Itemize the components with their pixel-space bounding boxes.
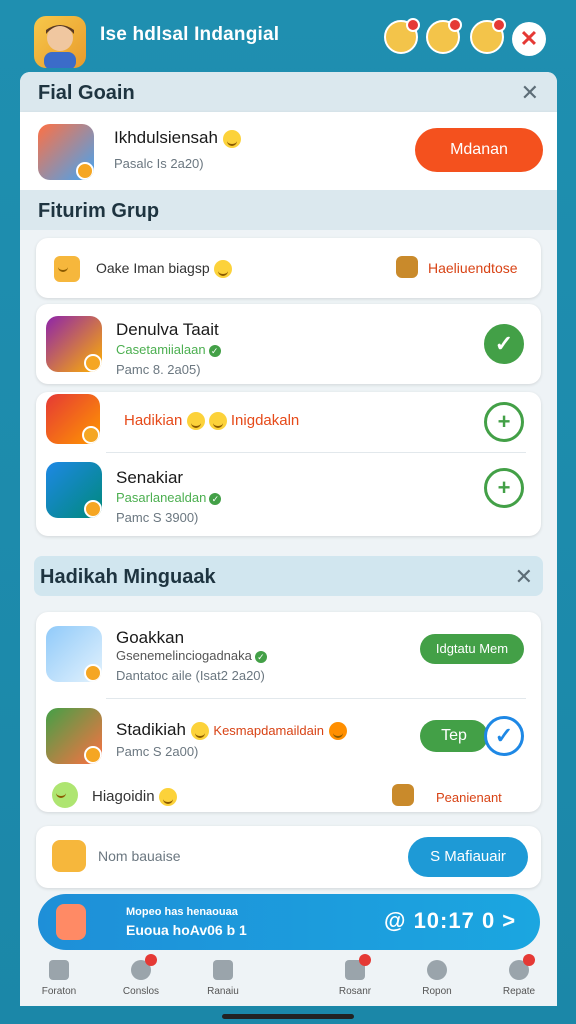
character-icon <box>56 904 86 940</box>
verified-icon: ✓ <box>254 650 267 663</box>
verified-icon: ✓ <box>209 492 222 505</box>
cookie-icon <box>52 840 86 872</box>
smile-icon <box>222 129 241 148</box>
input-row: Nom bauaise S Mafiauair <box>36 826 541 888</box>
banner-link[interactable]: Peanienant <box>436 790 502 805</box>
section-header: Fial Goain ✕ <box>20 72 557 112</box>
item-sub: Casetamiialaan <box>116 342 206 357</box>
item-name: Stadikiah <box>116 720 186 739</box>
add-button[interactable]: + <box>484 402 524 442</box>
item-name: Goakkan <box>116 628 185 647</box>
nav-report[interactable]: Repate <box>484 954 554 997</box>
calendar-icon <box>213 960 233 980</box>
nav-home[interactable]: Foraton <box>24 960 94 997</box>
user-card: Ikhdulsiensah Pasalc Is 2a20) Mdanan <box>20 112 557 190</box>
message-icon <box>345 954 371 980</box>
smile-icon <box>328 721 347 740</box>
section-title: Fiturim Grup <box>38 200 160 222</box>
divider <box>106 698 526 699</box>
list-group: Hadikian Inigdakaln + Senakiar Pasarlane… <box>36 392 541 536</box>
item-meta: Dantatoc aile (Isat2 2a20) <box>116 668 265 683</box>
nav-ranking[interactable]: Ranaiu <box>188 960 258 997</box>
item-meta: Pamc S 2a00) <box>116 744 199 759</box>
section-title: Hadikah Minguaak <box>40 566 216 588</box>
avatar <box>46 394 100 444</box>
user-icon <box>427 960 447 980</box>
confirm-button[interactable]: ✓ <box>484 716 524 756</box>
avatar <box>46 462 102 518</box>
list-group: Goakkan Gsenemelinciogadnaka ✓ Dantatoc a… <box>36 612 541 812</box>
promo-line2: Euoua hoAv06 b 1 <box>126 922 247 938</box>
refresh-icon <box>131 954 157 980</box>
home-indicator <box>222 1014 354 1019</box>
list-item[interactable]: Denulva Taait Casetamiialaan ✓ Pamc 8. 2a… <box>36 304 541 384</box>
app-title: Ise hdlsal Indangial <box>100 24 280 45</box>
item-name: Senakiar <box>116 468 184 487</box>
user-icon <box>509 954 535 980</box>
promo-timer: @ 10:17 0 > <box>384 908 517 933</box>
item-meta: Pamc 8. 2a05) <box>116 362 201 377</box>
cookie-icon <box>392 784 414 806</box>
message-input[interactable]: Nom bauaise <box>98 848 181 864</box>
promo-line1: Mopeo has henaouaa <box>126 906 238 918</box>
add-button[interactable]: + <box>484 468 524 508</box>
smile-icon <box>52 782 78 808</box>
nav-messages[interactable]: Rosanr <box>320 954 390 997</box>
join-button[interactable]: Idgtatu Mem <box>420 634 524 664</box>
item-name: Denulva Taait <box>116 320 219 339</box>
banner-link[interactable]: Haeliuendtose <box>428 260 518 276</box>
top-bar: Ise hdlsal Indangial ✕ <box>0 0 576 76</box>
smile-icon <box>158 788 177 807</box>
primary-action-button[interactable]: Mdanan <box>415 128 543 172</box>
smile-icon <box>213 260 232 279</box>
nav-contacts[interactable]: Conslos <box>106 954 176 997</box>
app-avatar[interactable] <box>34 16 86 68</box>
smile-icon <box>190 721 209 740</box>
item-meta: Pamc S 3900) <box>116 510 199 525</box>
friend-avatar-icon[interactable] <box>470 18 506 54</box>
user-name: Ikhdulsiensah <box>114 128 218 147</box>
main-sheet: Fial Goain ✕ Ikhdulsiensah Pasalc Is 2a2… <box>20 72 557 1006</box>
section-header: Fiturim Grup <box>20 190 557 230</box>
avatar <box>46 626 102 682</box>
send-button[interactable]: S Mafiauair <box>408 837 528 877</box>
item-sub: Gsenemelinciogadnaka <box>116 648 252 663</box>
banner-text: Hiagoidin <box>92 788 155 805</box>
item-tag: Inigdakaln <box>230 412 300 429</box>
avatar <box>38 124 94 180</box>
close-icon[interactable]: ✕ <box>515 564 533 590</box>
banner-row[interactable]: Oake Iman biagsp Haeliuendtose <box>36 238 541 298</box>
verified-icon: ✓ <box>208 344 221 357</box>
banner-text: Oake Iman biagsp <box>96 260 210 276</box>
tap-button[interactable]: Tep <box>420 720 488 752</box>
item-name: Hadikian <box>124 412 183 429</box>
avatar <box>46 708 102 764</box>
divider <box>106 452 526 453</box>
bottom-nav: Foraton Conslos Ranaiu Rosanr Ropon Repa… <box>20 954 557 1006</box>
user-meta: Pasalc Is 2a20) <box>114 156 204 171</box>
section-header: Hadikah Minguaak ✕ <box>34 556 543 596</box>
cookie-icon <box>54 256 80 282</box>
close-icon[interactable]: ✕ <box>521 80 539 106</box>
close-icon[interactable]: ✕ <box>512 22 546 56</box>
nav-profile[interactable]: Ropon <box>402 960 472 997</box>
smile-icon <box>186 412 205 431</box>
checked-button[interactable]: ✓ <box>484 324 524 364</box>
smile-icon <box>208 412 227 431</box>
item-sub: Pasarlanealdan <box>116 490 207 505</box>
friend-avatar-icon[interactable] <box>384 18 420 54</box>
promo-banner[interactable]: Mopeo has henaouaa Euoua hoAv06 b 1 @ 10… <box>38 894 540 950</box>
section-title: Fial Goain <box>38 82 135 104</box>
friend-avatar-icon[interactable] <box>426 18 462 54</box>
cookie-icon <box>396 256 418 278</box>
home-icon <box>49 960 69 980</box>
item-tag: Kesmapdamaildain <box>213 723 324 738</box>
avatar <box>46 316 102 372</box>
